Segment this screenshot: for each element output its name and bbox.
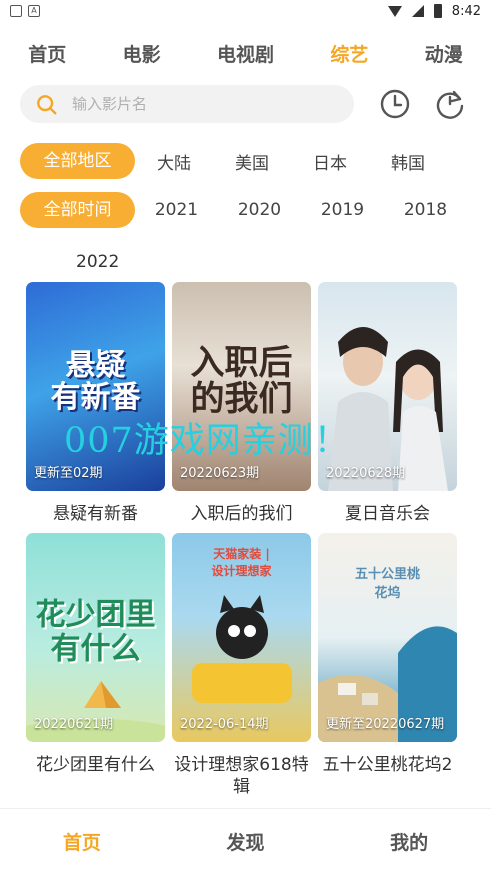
show-title[interactable]: 设计理想家618特辑 — [172, 754, 311, 798]
refresh-icon — [436, 90, 464, 119]
show-title[interactable]: 五十公里桃花坞2 — [318, 754, 457, 776]
tab-tv-series[interactable]: 电视剧 — [209, 40, 282, 67]
filter-area-usa[interactable]: 美国 — [213, 149, 291, 174]
filter-area-mainland[interactable]: 大陆 — [135, 149, 213, 174]
tab-movie[interactable]: 电影 — [115, 40, 169, 67]
app-notification-icon: A — [28, 5, 40, 17]
show-poster[interactable]: 20220628期 — [318, 282, 457, 491]
filter-area-japan[interactable]: 日本 — [291, 149, 369, 174]
episode-badge: 20220621期 — [34, 717, 114, 732]
show-poster[interactable]: 天猫家装 | 设计理想家 2022-06-14期 — [172, 533, 311, 742]
show-card[interactable]: 20220628期 夏日音乐会 — [318, 282, 457, 525]
show-title[interactable]: 夏日音乐会 — [318, 503, 457, 525]
show-title[interactable]: 入职后的我们 — [172, 503, 311, 525]
pyramid-art — [26, 681, 165, 742]
section-year-label: 2022 — [76, 252, 120, 272]
clock-icon — [380, 89, 410, 119]
top-category-tabs: 首页 电影 电视剧 综艺 动漫 — [0, 36, 491, 70]
show-poster[interactable]: 花少团里 有什么 20220621期 — [26, 533, 165, 742]
search-icon — [36, 94, 57, 115]
filter-time-2019[interactable]: 2019 — [301, 200, 384, 220]
filter-time-2021[interactable]: 2021 — [135, 200, 218, 220]
show-card[interactable]: 花少团里 有什么 20220621期 花少团里有什么 — [26, 533, 165, 776]
filter-time-2020[interactable]: 2020 — [218, 200, 301, 220]
status-right: 8:42 — [387, 3, 481, 19]
time-filter-row: 全部时间 2021 2020 2019 2018 — [20, 192, 480, 228]
search-input[interactable] — [72, 95, 302, 113]
bottom-tab-home[interactable]: 首页 — [22, 828, 142, 855]
filter-area-all[interactable]: 全部地区 — [20, 143, 135, 179]
poster-figures — [328, 327, 448, 491]
refresh-button[interactable] — [434, 88, 466, 120]
search-bar[interactable] — [20, 85, 354, 123]
episode-badge: 更新至20220627期 — [326, 717, 445, 732]
show-poster[interactable]: 悬疑 有新番 更新至02期 — [26, 282, 165, 491]
show-poster[interactable]: 五十公里桃花坞 更新至20220627期 — [318, 533, 457, 742]
status-bar: A 8:42 — [0, 0, 491, 22]
history-button[interactable] — [379, 88, 411, 120]
show-poster[interactable]: 入职后 的我们 20220623期 — [172, 282, 311, 491]
filter-time-2018[interactable]: 2018 — [384, 200, 467, 220]
show-card[interactable]: 入职后 的我们 20220623期 入职后的我们 — [172, 282, 311, 525]
status-time: 8:42 — [451, 3, 481, 19]
filter-time-all[interactable]: 全部时间 — [20, 192, 135, 228]
tab-variety[interactable]: 综艺 — [322, 40, 376, 67]
poster-art-text: 悬疑 有新番 — [50, 347, 141, 415]
tab-home[interactable]: 首页 — [20, 40, 74, 67]
cat-mascot-art — [192, 595, 292, 703]
scrolled-row-edge — [0, 240, 491, 248]
notification-icon — [10, 5, 22, 17]
bottom-tab-mine[interactable]: 我的 — [349, 828, 469, 855]
bottom-navigation: 首页 发现 我的 — [0, 808, 491, 874]
coast-art — [318, 626, 457, 742]
show-title[interactable]: 悬疑有新番 — [26, 503, 165, 525]
signal-icon — [411, 5, 424, 17]
show-title[interactable]: 花少团里有什么 — [26, 754, 165, 776]
show-card[interactable]: 天猫家装 | 设计理想家 2022-06-14期 设计理想家618特辑 — [172, 533, 311, 798]
bottom-tab-discover[interactable]: 发现 — [185, 828, 305, 855]
status-left: A — [10, 5, 40, 17]
wifi-icon — [387, 5, 402, 17]
episode-badge: 2022-06-14期 — [180, 717, 269, 732]
episode-badge: 20220623期 — [180, 466, 260, 481]
area-filter-row: 全部地区 大陆 美国 日本 韩国 — [20, 143, 480, 179]
show-card[interactable]: 五十公里桃花坞 更新至20220627期 五十公里桃花坞2 — [318, 533, 457, 776]
battery-icon — [433, 4, 442, 18]
poster-art-text: 入职后 的我们 — [190, 342, 293, 419]
filter-area-korea[interactable]: 韩国 — [369, 149, 447, 174]
episode-badge: 更新至02期 — [34, 466, 103, 481]
show-card[interactable]: 悬疑 有新番 更新至02期 悬疑有新番 — [26, 282, 165, 525]
tab-anime[interactable]: 动漫 — [417, 40, 471, 67]
episode-badge: 20220628期 — [326, 466, 406, 481]
